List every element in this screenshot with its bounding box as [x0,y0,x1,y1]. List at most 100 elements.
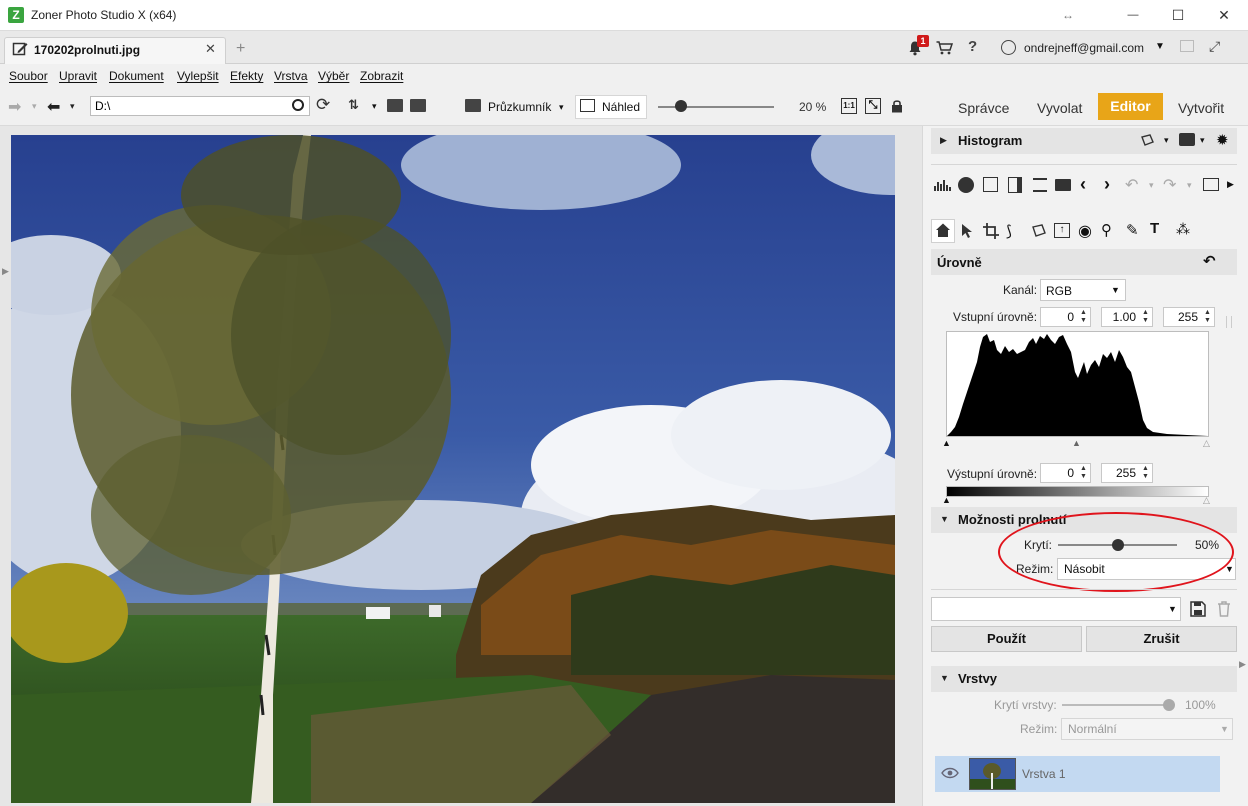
exposure-icon[interactable] [958,177,974,193]
collapse-triangle-icon[interactable]: ▼ [940,514,949,524]
histogram-levels-icon[interactable] [934,177,951,192]
layer-mode-chevron-icon[interactable]: ▼ [1220,724,1229,734]
straighten-icon[interactable]: ⟆ [1006,222,1012,240]
input-black-handle[interactable]: ▲ [942,438,951,448]
close-button[interactable]: ✕ [1201,0,1247,31]
search-icon[interactable] [292,99,304,111]
back-arrow-icon[interactable]: ⬅ [47,97,60,117]
new-folder-icon[interactable] [387,99,403,112]
back-history-chevron-icon[interactable]: ▾ [70,101,75,112]
redo-chevron-icon[interactable]: ▾ [1187,180,1192,191]
layer-name[interactable]: Vrstva 1 [1022,767,1066,781]
menu-dokument[interactable]: Dokument [109,69,164,83]
selection-tool-icon[interactable] [1140,133,1156,147]
fit-to-window-icon[interactable]: ⤡ [865,98,881,114]
add-tab-icon[interactable]: + [236,40,245,58]
help-icon[interactable]: ? [968,38,977,55]
preset-select[interactable] [931,597,1181,621]
menu-efekty[interactable]: Efekty [230,69,263,83]
forward-arrow-icon[interactable]: ➡ [8,97,21,117]
actual-size-icon[interactable]: 1:1 [841,98,857,114]
apply-button[interactable]: Použít [931,626,1082,652]
lasso-selection-icon[interactable] [1031,223,1047,239]
brush-icon[interactable]: ✎ [1126,221,1139,239]
histogram-chevron-icon[interactable]: ▾ [1164,135,1169,146]
output-black-stepper-icon[interactable]: ▲ ▼ [1080,465,1087,481]
path-input[interactable] [90,96,310,116]
explorer-button[interactable]: Průzkumník [488,100,551,114]
refresh-icon[interactable]: ⟳ [316,95,330,115]
tab-develop[interactable]: Vyvolat [1037,100,1082,116]
compare-icon[interactable] [1008,177,1022,193]
minimize-button[interactable]: — [1110,0,1156,31]
input-white-stepper-icon[interactable]: ▲ ▼ [1204,309,1211,325]
layer-opacity-slider-handle[interactable] [1163,699,1175,711]
undo-chevron-icon[interactable]: ▾ [1149,180,1154,191]
copy-layer-icon[interactable] [983,177,998,192]
photo-canvas[interactable] [11,135,895,803]
menu-soubor[interactable]: Soubor [9,69,48,83]
collapse-triangle-icon[interactable]: ▶ [940,135,947,146]
user-account-icon[interactable] [1001,40,1016,55]
clone-stamp-icon[interactable]: ⚲ [1101,221,1112,239]
previous-image-icon[interactable]: ‹ [1080,174,1086,195]
upload-folder-icon[interactable] [410,99,426,112]
lock-icon[interactable] [891,99,903,113]
tab-create[interactable]: Vytvořit [1178,100,1224,116]
menu-vrstva[interactable]: Vrstva [274,69,308,83]
menu-upravit[interactable]: Upravit [59,69,97,83]
input-gamma-handle[interactable]: ▲ [1072,438,1081,448]
resize-icon[interactable]: ↔ [1045,0,1091,31]
delete-preset-icon[interactable] [1217,601,1231,617]
input-white-handle[interactable]: △ [1203,438,1210,449]
user-menu-chevron-icon[interactable]: ▼ [1155,41,1165,52]
text-box-icon[interactable]: ↑ [1054,223,1070,238]
layer-mode-select[interactable]: Normální [1061,718,1233,740]
layer-opacity-slider-track[interactable] [1062,704,1170,706]
tab-manager[interactable]: Správce [958,100,1009,116]
camera-chevron-icon[interactable]: ▾ [1200,135,1205,146]
input-gamma-stepper-icon[interactable]: ▲ ▼ [1142,309,1149,325]
second-screen-icon[interactable] [1180,40,1194,52]
save-preset-icon[interactable] [1190,601,1206,617]
settings-gear-icon[interactable]: ✹ [1216,131,1229,149]
eye-visibility-icon[interactable] [941,767,959,779]
undo-icon[interactable]: ↶ [1125,175,1138,195]
more-tools-arrow-icon[interactable]: ▶ [1227,179,1234,190]
output-white-handle[interactable]: △ [1203,495,1210,506]
cancel-button[interactable]: Zrušit [1086,626,1237,652]
user-email[interactable]: ondrejneff@gmail.com [1024,41,1144,55]
collapse-triangle-icon[interactable]: ▼ [940,673,949,683]
output-white-stepper-icon[interactable]: ▲ ▼ [1142,465,1149,481]
shopping-cart-icon[interactable] [936,41,953,55]
channel-chevron-icon[interactable]: ▼ [1111,285,1120,295]
text-tool-icon[interactable]: T [1150,220,1159,237]
expand-right-panel-icon[interactable]: ▶ [1239,659,1246,670]
effects-sparkle-icon[interactable]: ⁂ [1176,221,1190,238]
redo-icon[interactable]: ↷ [1163,175,1176,195]
fullscreen-icon[interactable]: ⤢ [1209,38,1220,55]
expand-left-panel-icon[interactable]: ▶ [2,266,9,277]
preset-chevron-icon[interactable]: ▼ [1168,604,1177,614]
menu-vyber[interactable]: Výběr [318,69,349,83]
sort-chevron-icon[interactable]: ▾ [372,101,377,112]
sort-icon[interactable]: ⇅ [348,97,359,113]
maximize-button[interactable]: ☐ [1155,0,1201,31]
crop-icon[interactable] [983,223,999,239]
folder-icon[interactable] [1055,179,1071,191]
input-black-stepper-icon[interactable]: ▲ ▼ [1080,309,1087,325]
explorer-chevron-icon[interactable]: ▾ [559,102,564,113]
pointer-icon[interactable] [961,223,973,239]
menu-vylepsit[interactable]: Vylepšit [177,69,219,83]
explorer-folder-icon[interactable] [465,99,481,112]
reset-undo-icon[interactable]: ↶ [1203,252,1216,270]
close-tab-icon[interactable]: ✕ [205,41,216,57]
output-black-handle[interactable]: ▲ [942,495,951,505]
image-icon[interactable] [1203,178,1219,191]
menu-zobrazit[interactable]: Zobrazit [360,69,403,83]
camera-icon[interactable] [1179,133,1195,146]
forward-history-chevron-icon[interactable]: ▾ [32,101,37,112]
panel-scrollbar[interactable] [1226,316,1232,328]
next-image-icon[interactable]: › [1104,174,1110,195]
crop-frame-icon[interactable] [1033,178,1047,192]
